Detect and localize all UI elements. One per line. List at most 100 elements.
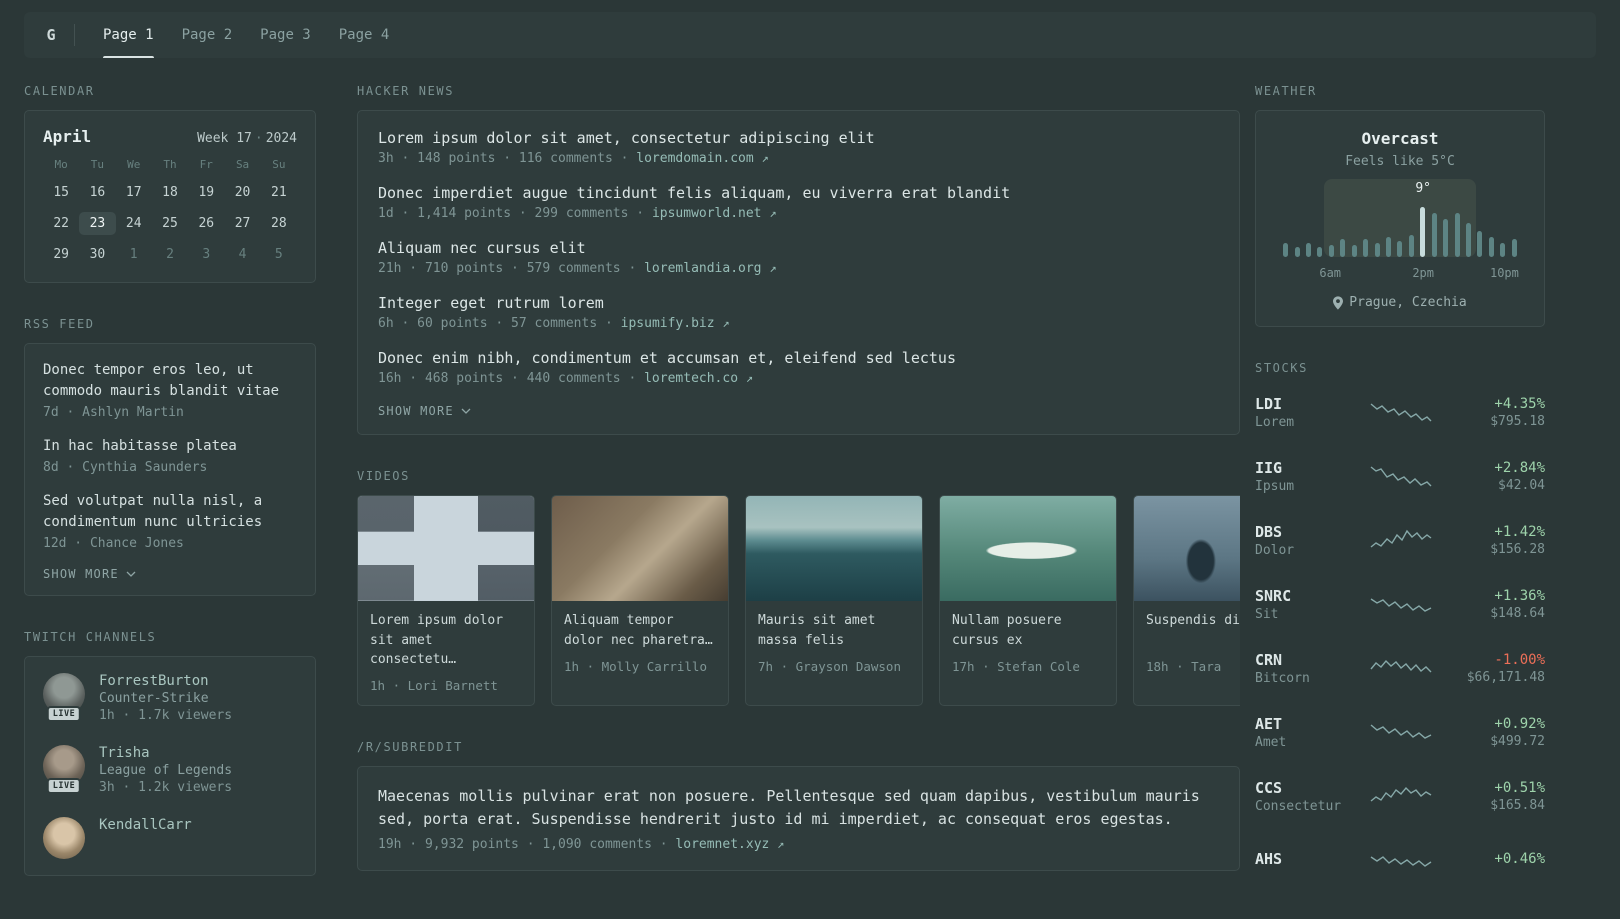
calendar-day: 17 bbox=[125, 185, 142, 200]
weather-bar bbox=[1454, 213, 1460, 257]
hn-item[interactable]: Lorem ipsum dolor sit amet, consectetur … bbox=[378, 129, 1219, 166]
twitch-channel-row[interactable]: KendallCarr bbox=[43, 817, 297, 859]
weekday-label: Tu bbox=[90, 158, 105, 171]
hn-item[interactable]: Donec imperdiet augue tincidunt felis al… bbox=[378, 184, 1219, 221]
rss-item-meta: 8d · Cynthia Saunders bbox=[43, 460, 208, 475]
tab-page-1[interactable]: Page 1 bbox=[89, 12, 168, 58]
channel-name[interactable]: ForrestBurton bbox=[99, 673, 232, 689]
video-thumbnail bbox=[552, 496, 728, 601]
stock-row[interactable]: SNRC Sit +1.36% $148.64 bbox=[1255, 579, 1545, 629]
calendar-week-label: Week 17 bbox=[197, 131, 252, 146]
channel-avatar-wrap: LIVE bbox=[43, 673, 85, 722]
hn-item-title[interactable]: Donec imperdiet augue tincidunt felis al… bbox=[378, 184, 1219, 202]
calendar-day-next-month: 2 bbox=[166, 247, 174, 262]
video-thumbnail bbox=[746, 496, 922, 601]
hn-source-link[interactable]: ipsumworld.net bbox=[652, 206, 762, 221]
videos-widget: VIDEOS Lorem ipsum dolor sit amet consec… bbox=[357, 469, 1240, 706]
twitch-channel-row[interactable]: LIVE ForrestBurton Counter-Strike 1h · 1… bbox=[43, 673, 297, 723]
hn-source-link[interactable]: ipsumify.biz bbox=[621, 316, 715, 331]
stock-symbol: DBS bbox=[1255, 522, 1283, 541]
video-card[interactable]: Nullam posuere cursus ex 17h · Stefan Co… bbox=[939, 495, 1117, 706]
stock-change: -1.00% bbox=[1494, 651, 1545, 668]
stock-price: $156.28 bbox=[1490, 541, 1545, 557]
video-card[interactable]: Aliquam tempor dolor nec pharetra… 1h · … bbox=[551, 495, 729, 706]
rss-item[interactable]: Sed volutpat nulla nisl, a condimentum n… bbox=[43, 491, 297, 551]
calendar-day: 28 bbox=[271, 216, 287, 231]
rss-show-more-button[interactable]: SHOW MORE bbox=[43, 567, 297, 581]
calendar-year: 2024 bbox=[265, 131, 297, 146]
video-card[interactable]: Lorem ipsum dolor sit amet consectetu… 1… bbox=[357, 495, 535, 706]
tab-page-3[interactable]: Page 3 bbox=[246, 12, 325, 58]
rss-item-title[interactable]: Donec tempor eros leo, ut commodo mauris… bbox=[43, 360, 297, 402]
stock-row[interactable]: IIG Ipsum +2.84% $42.04 bbox=[1255, 451, 1545, 501]
app-logo[interactable]: G bbox=[34, 20, 68, 50]
weekday-label: We bbox=[127, 158, 141, 171]
twitch-card: LIVE ForrestBurton Counter-Strike 1h · 1… bbox=[24, 656, 316, 876]
hn-source-link[interactable]: loremdomain.com bbox=[636, 151, 753, 166]
hn-item[interactable]: Aliquam nec cursus elit 21h · 710 points… bbox=[378, 239, 1219, 276]
weekday-label: Fr bbox=[199, 158, 213, 171]
video-meta: 17h · Stefan Cole bbox=[952, 659, 1080, 674]
stock-row[interactable]: CCS Consectetur +0.51% $165.84 bbox=[1255, 771, 1545, 821]
hn-item[interactable]: Integer eget rutrum lorem 6h · 60 points… bbox=[378, 294, 1219, 331]
channel-name[interactable]: Trisha bbox=[99, 745, 232, 761]
tab-page-2[interactable]: Page 2 bbox=[168, 12, 247, 58]
hn-show-more-button[interactable]: SHOW MORE bbox=[378, 404, 1219, 418]
weather-widget-label: WEATHER bbox=[1255, 84, 1317, 98]
time-label: 2pm bbox=[1412, 266, 1435, 280]
subreddit-card: Maecenas mollis pulvinar erat non posuer… bbox=[357, 765, 1240, 871]
tab-page-4[interactable]: Page 4 bbox=[325, 12, 404, 58]
hacker-news-widget-label: HACKER NEWS bbox=[357, 84, 455, 98]
channel-meta: 3h · 1.2k viewers bbox=[99, 780, 233, 795]
stock-sparkline bbox=[1370, 403, 1432, 422]
channel-name[interactable]: KendallCarr bbox=[99, 817, 192, 833]
weather-bar bbox=[1431, 213, 1437, 257]
hacker-news-card: Lorem ipsum dolor sit amet, consectetur … bbox=[357, 110, 1240, 435]
hn-source-link[interactable]: loremtech.co bbox=[644, 371, 738, 386]
stock-row[interactable]: LDI Lorem +4.35% $795.18 bbox=[1255, 387, 1545, 437]
stock-price: $42.04 bbox=[1498, 477, 1545, 493]
stock-row[interactable]: AHS +0.46% bbox=[1255, 835, 1545, 885]
stock-row[interactable]: CRN Bitcorn -1.00% $66,171.48 bbox=[1255, 643, 1545, 693]
rss-item[interactable]: In hac habitasse platea 8d · Cynthia Sau… bbox=[43, 436, 297, 475]
calendar-day: 22 bbox=[53, 216, 69, 231]
stock-row[interactable]: DBS Dolor +1.42% $156.28 bbox=[1255, 515, 1545, 565]
weather-bar bbox=[1465, 223, 1471, 257]
stock-name: Consectetur bbox=[1255, 798, 1342, 814]
weather-bar bbox=[1374, 243, 1380, 257]
hn-item-title[interactable]: Donec enim nibh, condimentum et accumsan… bbox=[378, 349, 1219, 367]
weather-bar bbox=[1408, 235, 1414, 257]
calendar-grid: Mo Tu We Th Fr Sa Su 15 16 17 18 19 20 2… bbox=[43, 158, 297, 266]
stock-sparkline bbox=[1370, 724, 1432, 739]
video-card[interactable]: Mauris sit amet massa felis 7h · Grayson… bbox=[745, 495, 923, 706]
hn-item-title[interactable]: Aliquam nec cursus elit bbox=[378, 239, 1219, 257]
twitch-widget: TWITCH CHANNELS LIVE ForrestBurton Count… bbox=[24, 630, 316, 876]
hn-meta-text: 3h · 148 points · 116 comments · bbox=[378, 151, 637, 166]
calendar-day: 18 bbox=[162, 185, 178, 200]
calendar-widget: CALENDAR April Week 17 · 2024 Mo Tu We Th … bbox=[24, 84, 316, 283]
stock-price: $795.18 bbox=[1490, 413, 1545, 429]
hn-source-link[interactable]: loremlandia.org bbox=[644, 261, 761, 276]
hn-item-title[interactable]: Lorem ipsum dolor sit amet, consectetur … bbox=[378, 129, 1219, 147]
subreddit-post-title[interactable]: Maecenas mollis pulvinar erat non posuer… bbox=[378, 785, 1219, 832]
stock-name: Bitcorn bbox=[1255, 670, 1310, 686]
weather-bar bbox=[1500, 243, 1506, 257]
weather-bar bbox=[1511, 239, 1517, 257]
stock-symbol: IIG bbox=[1255, 458, 1283, 477]
stock-price: $66,171.48 bbox=[1466, 669, 1545, 685]
hn-item[interactable]: Donec enim nibh, condimentum et accumsan… bbox=[378, 349, 1219, 386]
twitch-channel-row[interactable]: LIVE Trisha League of Legends 3h · 1.2k … bbox=[43, 745, 297, 795]
stock-sparkline bbox=[1370, 786, 1432, 802]
video-card[interactable]: Suspendis diam 18h · Tara bbox=[1133, 495, 1240, 706]
rss-item-title[interactable]: Sed volutpat nulla nisl, a condimentum n… bbox=[43, 491, 297, 533]
hn-item-title[interactable]: Integer eget rutrum lorem bbox=[378, 294, 1219, 312]
calendar-widget-label: CALENDAR bbox=[24, 84, 95, 98]
calendar-day-selected: 23 bbox=[79, 212, 116, 235]
stock-row[interactable]: AET Amet +0.92% $499.72 bbox=[1255, 707, 1545, 757]
rss-item-title[interactable]: In hac habitasse platea bbox=[43, 436, 297, 457]
stock-change: +0.46% bbox=[1494, 851, 1545, 867]
rss-item[interactable]: Donec tempor eros leo, ut commodo mauris… bbox=[43, 360, 297, 420]
channel-avatar-wrap: LIVE bbox=[43, 745, 85, 794]
calendar-day: 30 bbox=[89, 247, 106, 262]
subreddit-source-link[interactable]: loremnet.xyz bbox=[675, 837, 769, 852]
